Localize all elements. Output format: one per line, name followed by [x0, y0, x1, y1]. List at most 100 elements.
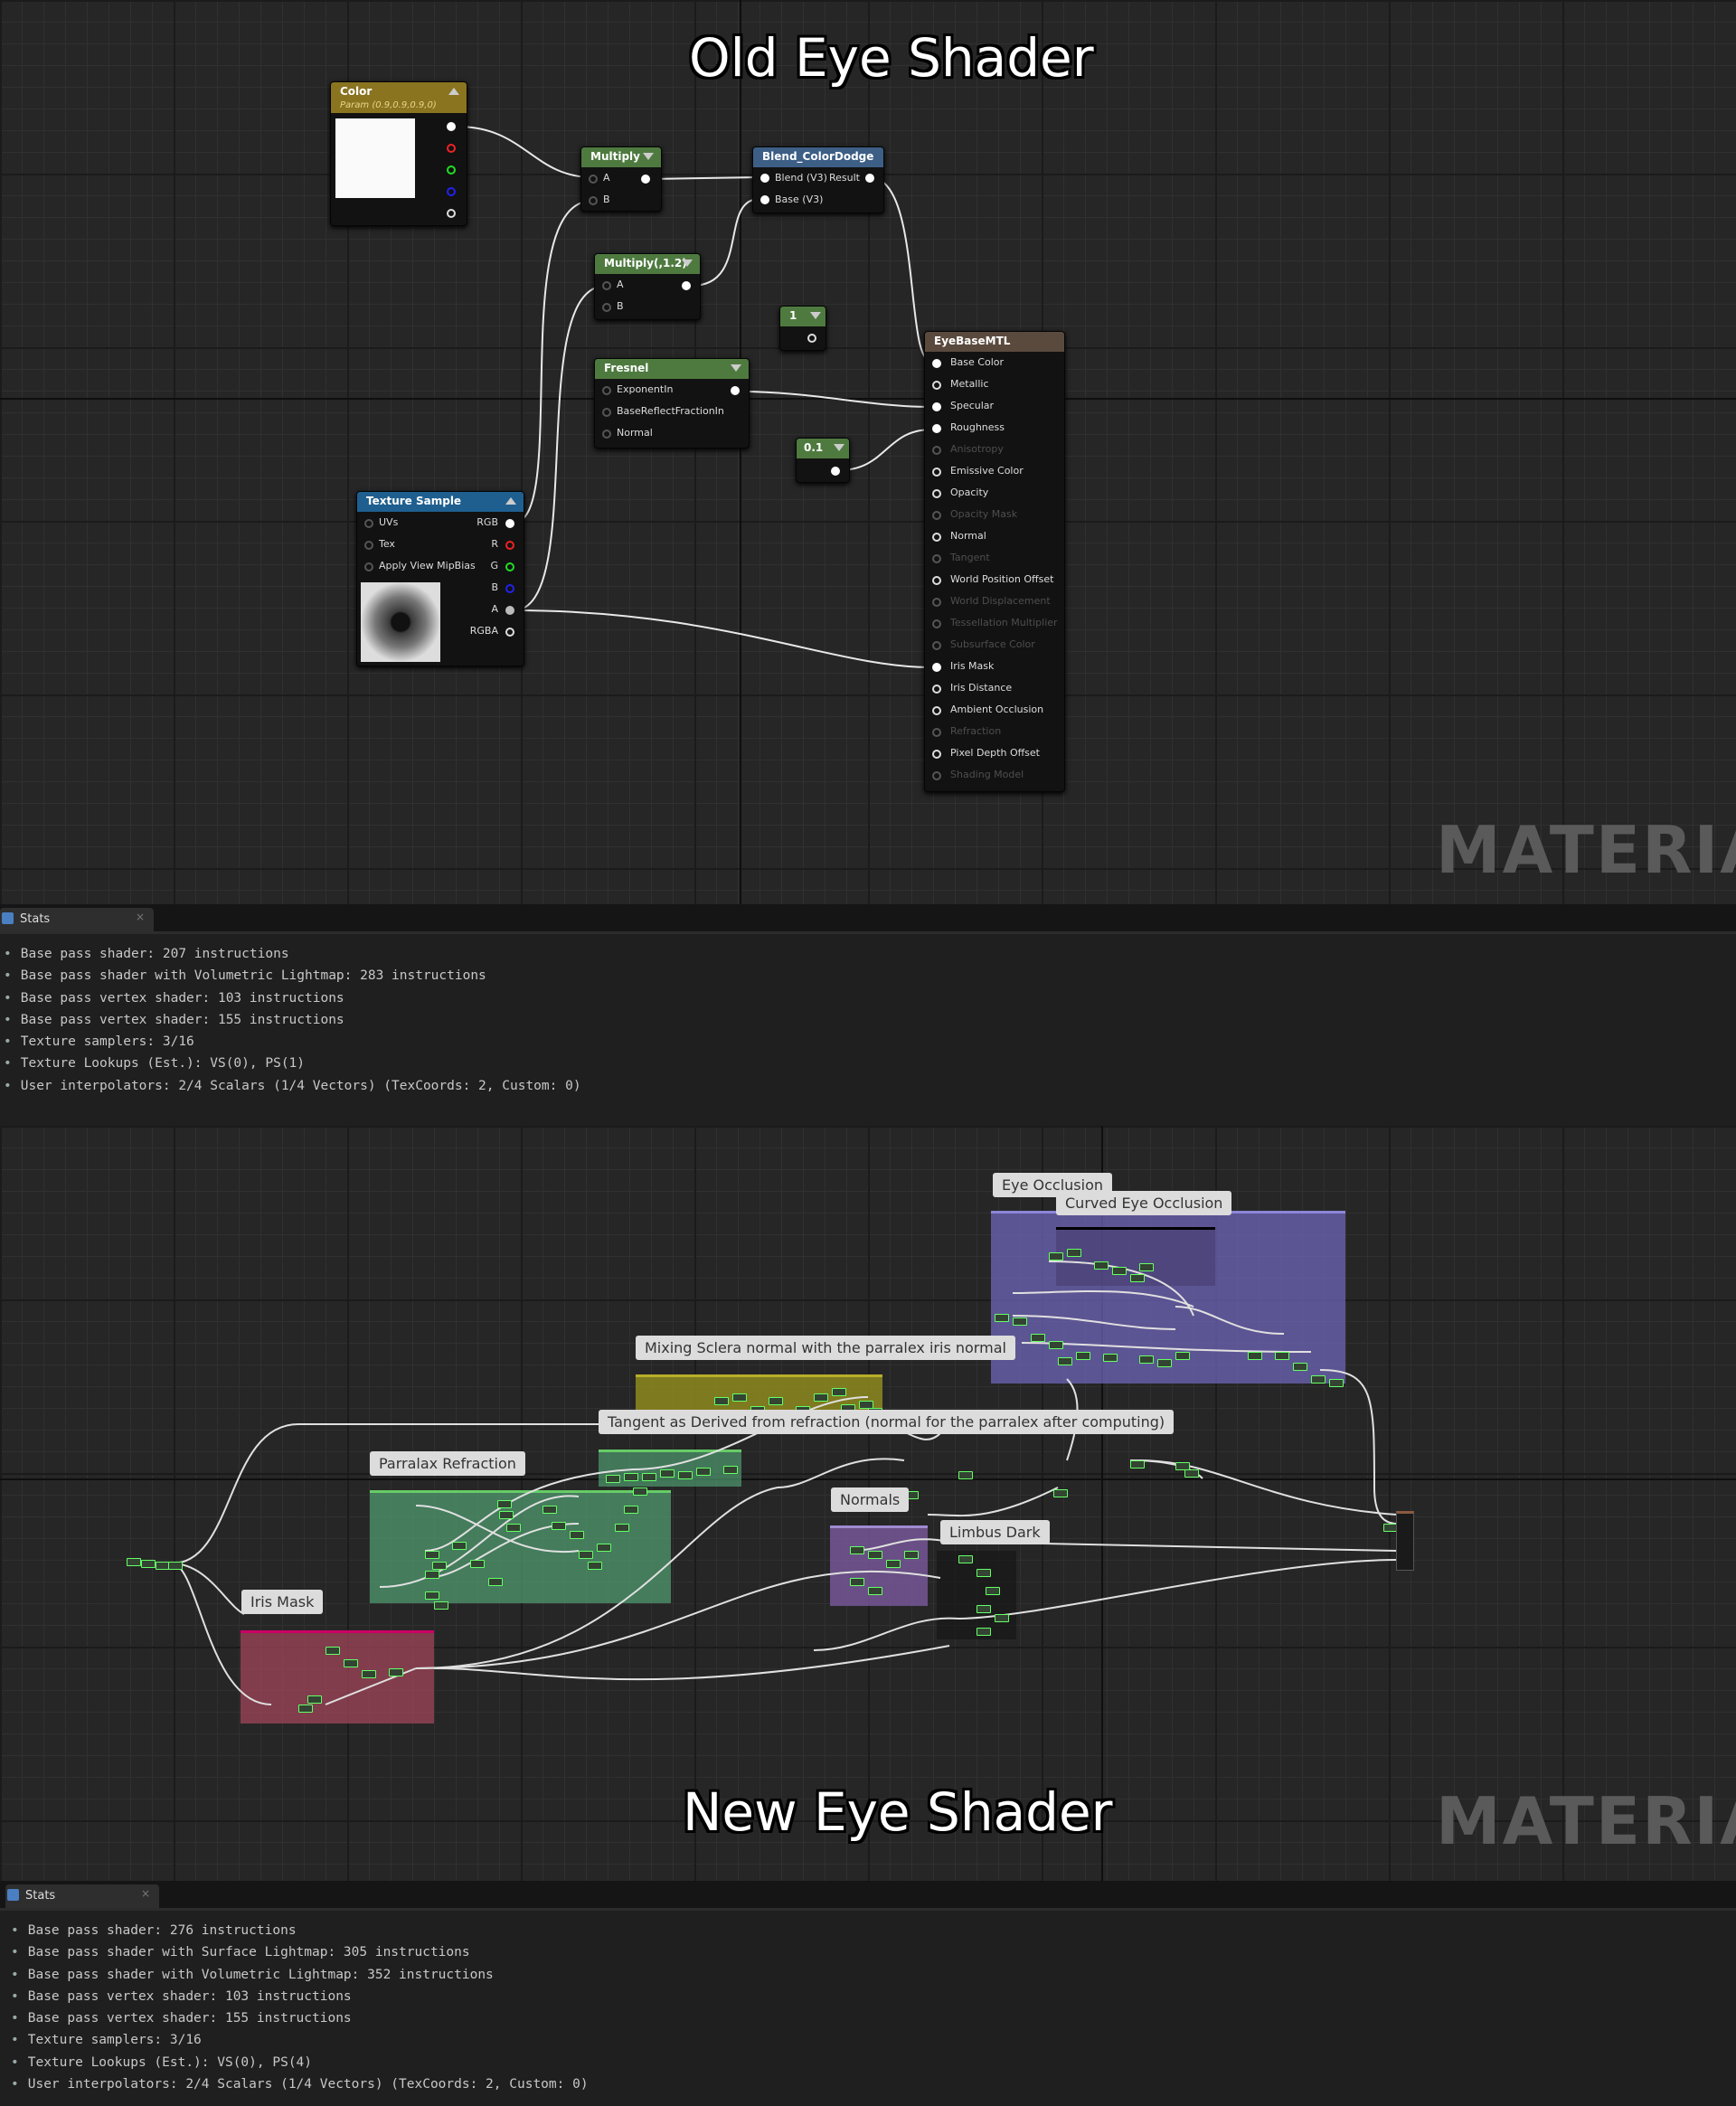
output-pin-a[interactable] [505, 606, 514, 615]
graph-mini-node[interactable] [168, 1562, 183, 1570]
graph-mini-node[interactable] [1031, 1334, 1045, 1342]
graph-mini-node[interactable] [362, 1670, 376, 1678]
output-pin-a[interactable] [447, 209, 456, 218]
graph-mini-node[interactable] [769, 1397, 783, 1405]
graph-mini-node[interactable] [141, 1560, 156, 1568]
graph-mini-node[interactable] [432, 1562, 447, 1570]
input-pin[interactable] [932, 359, 941, 368]
graph-mini-node[interactable] [904, 1551, 919, 1559]
output-pin-rgba[interactable] [505, 628, 514, 637]
graph-mini-node[interactable] [1130, 1460, 1145, 1469]
graph-mini-node[interactable] [389, 1668, 403, 1676]
graph-mini-node[interactable] [1175, 1352, 1190, 1360]
graph-mini-node[interactable] [1076, 1352, 1090, 1360]
input-pin[interactable] [932, 750, 941, 759]
graph-mini-node[interactable] [1049, 1341, 1063, 1349]
comment-label-normals[interactable]: Normals [831, 1487, 910, 1512]
multiply-node[interactable]: Multiply A B [580, 146, 662, 212]
graph-mini-node[interactable] [1049, 1252, 1063, 1261]
comment-label-iris-mask[interactable]: Iris Mask [241, 1590, 324, 1614]
output-pin-rgb[interactable] [505, 519, 514, 528]
stats-tab[interactable]: Stats × [5, 1884, 159, 1908]
dropdown-arrow-icon[interactable] [643, 153, 654, 160]
output-pin[interactable] [641, 175, 650, 184]
graph-mini-node[interactable] [633, 1487, 647, 1496]
input-pin-normal[interactable] [602, 430, 611, 439]
graph-mini-node[interactable] [976, 1569, 991, 1577]
graph-mini-node[interactable] [615, 1524, 629, 1532]
graph-mini-node[interactable] [425, 1591, 439, 1600]
graph-mini-node[interactable] [986, 1587, 1000, 1595]
comment-label-mixing[interactable]: Mixing Sclera normal with the parralex i… [636, 1336, 1015, 1360]
dropdown-arrow-icon[interactable] [810, 312, 821, 319]
dropdown-arrow-icon[interactable] [834, 444, 844, 451]
graph-mini-node[interactable] [579, 1551, 593, 1559]
comment-label-limbus[interactable]: Limbus Dark [940, 1520, 1050, 1544]
graph-mini-node[interactable] [1248, 1352, 1262, 1360]
comment-label-curved-eye-occlusion[interactable]: Curved Eye Occlusion [1056, 1191, 1232, 1215]
output-pin[interactable] [831, 467, 840, 476]
graph-mini-node[interactable] [723, 1466, 738, 1474]
input-pin[interactable] [932, 489, 941, 498]
color-param-node[interactable]: Color Param (0.9,0.9,0.9,0) [330, 81, 467, 226]
graph-mini-node[interactable] [958, 1471, 973, 1479]
input-pin-a[interactable] [602, 281, 611, 290]
graph-mini-node[interactable] [868, 1587, 882, 1595]
close-icon[interactable]: × [141, 1887, 150, 1900]
new-material-graph[interactable]: Eye Occlusion Curved Eye Occlusion Mixin… [0, 1126, 1736, 1881]
graph-mini-node[interactable] [995, 1314, 1009, 1322]
graph-mini-node[interactable] [1112, 1267, 1127, 1275]
graph-mini-node[interactable] [434, 1601, 448, 1610]
graph-mini-node[interactable] [499, 1511, 514, 1519]
graph-mini-node[interactable] [1067, 1249, 1081, 1257]
input-pin[interactable] [932, 685, 941, 694]
graph-mini-node[interactable] [1157, 1359, 1172, 1367]
graph-mini-node[interactable] [976, 1605, 991, 1613]
graph-mini-node[interactable] [1311, 1375, 1326, 1384]
input-pin[interactable] [932, 706, 941, 715]
collapse-arrow-icon[interactable] [448, 88, 459, 95]
input-pin[interactable] [932, 641, 941, 650]
graph-mini-node[interactable] [868, 1551, 882, 1559]
output-pin-g[interactable] [447, 165, 456, 175]
graph-mini-node[interactable] [307, 1695, 322, 1704]
output-pin[interactable] [682, 281, 691, 290]
graph-mini-node[interactable] [976, 1628, 991, 1636]
input-pin-blend[interactable] [760, 174, 769, 183]
graph-mini-node[interactable] [678, 1471, 693, 1479]
graph-mini-node[interactable] [298, 1705, 313, 1713]
graph-mini-node[interactable] [624, 1506, 638, 1514]
input-pin[interactable] [932, 533, 941, 542]
graph-mini-node[interactable] [1139, 1355, 1154, 1364]
graph-mini-node[interactable] [542, 1506, 557, 1514]
graph-mini-node[interactable] [1184, 1469, 1199, 1478]
input-pin-b[interactable] [589, 196, 598, 205]
blend-colordodge-node[interactable]: Blend_ColorDodge Blend (V3) Result Base … [752, 146, 884, 213]
input-pin[interactable] [932, 771, 941, 780]
stats-tab[interactable]: Stats × [0, 908, 154, 931]
output-pin-g[interactable] [505, 562, 514, 571]
graph-mini-node[interactable] [1013, 1317, 1027, 1326]
comment-label-tangent[interactable]: Tangent as Derived from refraction (norm… [599, 1410, 1175, 1434]
input-pin[interactable] [932, 381, 941, 390]
graph-mini-node[interactable] [552, 1522, 566, 1530]
collapse-arrow-icon[interactable] [505, 497, 516, 505]
input-pin[interactable] [932, 467, 941, 477]
input-pin[interactable] [932, 446, 941, 455]
input-pin-basereflect[interactable] [602, 408, 611, 417]
dropdown-arrow-icon[interactable] [682, 260, 693, 267]
output-pin[interactable] [807, 334, 816, 343]
graph-mini-node[interactable] [344, 1659, 358, 1667]
close-icon[interactable]: × [136, 911, 145, 923]
input-pin[interactable] [932, 728, 941, 737]
graph-mini-node[interactable] [606, 1475, 620, 1483]
graph-mini-node[interactable] [642, 1473, 656, 1481]
input-pin-base[interactable] [760, 195, 769, 204]
texture-sample-node[interactable]: Texture Sample UVs Tex Apply View MipBia… [356, 491, 524, 666]
graph-mini-node[interactable] [714, 1397, 729, 1405]
graph-mini-node[interactable] [1058, 1357, 1072, 1365]
old-material-graph[interactable]: Color Param (0.9,0.9,0.9,0) Multiply A B… [0, 0, 1736, 904]
input-pin-b[interactable] [602, 303, 611, 312]
material-result-node[interactable] [1396, 1511, 1414, 1571]
output-pin[interactable] [731, 386, 740, 395]
